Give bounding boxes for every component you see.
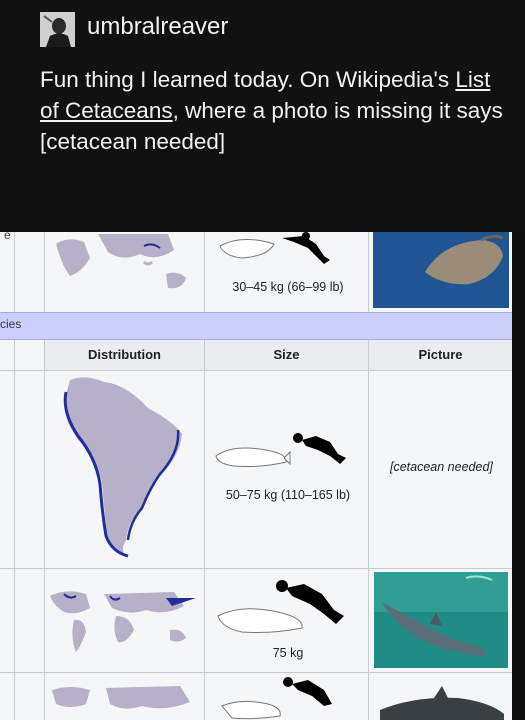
whale-silhouette-icon (221, 700, 281, 720)
diver-silhouette-icon (292, 680, 332, 706)
cetacean-needed-text: [cetacean needed] (390, 460, 493, 474)
section-label: cies (0, 317, 22, 331)
size-text-top: 30–45 kg (66–99 lb) (232, 280, 344, 294)
distribution-map-south-america (63, 377, 182, 558)
size-comparison-row2 (217, 580, 344, 633)
size-text-row1: 50–75 kg (110–165 lb) (225, 488, 351, 502)
cut-off-cell-text: e (4, 232, 11, 242)
distribution-map-top (56, 234, 186, 289)
user-avatar-icon (40, 12, 75, 47)
whale-silhouette-icon (219, 239, 275, 259)
grid-line (0, 370, 512, 371)
diver-silhouette-icon (282, 236, 330, 264)
grid-line (14, 232, 15, 720)
size-comparison-top (219, 232, 330, 264)
porpoise-photo-bottom[interactable] (374, 686, 508, 720)
post-header: umbralreaver Fun thing I learned today. … (0, 0, 525, 232)
post-body: Fun thing I learned today. On Wikipedia'… (40, 64, 510, 157)
grid-line (0, 568, 512, 569)
column-header-size[interactable]: Size (205, 347, 368, 362)
grid-line (44, 232, 45, 312)
grid-line (44, 340, 45, 720)
username[interactable]: umbralreaver (87, 13, 228, 41)
grid-line (204, 232, 205, 312)
grid-line (368, 340, 369, 720)
grid-line (204, 340, 205, 720)
whale-silhouette-icon (217, 608, 303, 633)
beluga-photo[interactable] (374, 572, 508, 668)
section-band: cies (0, 312, 512, 340)
distribution-map-bottom (52, 686, 190, 709)
wikipedia-table-screenshot: e 30–45 kg (66–99 lb) cies Distribution … (0, 232, 512, 720)
column-header-picture[interactable]: Picture (369, 347, 512, 362)
diver-silhouette-icon (302, 436, 346, 464)
distribution-map-world (50, 591, 196, 652)
grid-line (368, 232, 369, 312)
size-text-row2: 75 kg (272, 646, 304, 660)
size-comparison-row1 (215, 433, 346, 467)
column-header-distribution[interactable]: Distribution (45, 347, 204, 362)
post-text-start: Fun thing I learned today. On Wikipedia'… (40, 67, 456, 92)
whale-silhouette-icon (215, 447, 287, 467)
size-comparison-bottom (221, 677, 332, 720)
porpoise-photo-top[interactable] (373, 232, 509, 308)
grid-line (0, 672, 512, 673)
avatar[interactable] (40, 12, 75, 47)
